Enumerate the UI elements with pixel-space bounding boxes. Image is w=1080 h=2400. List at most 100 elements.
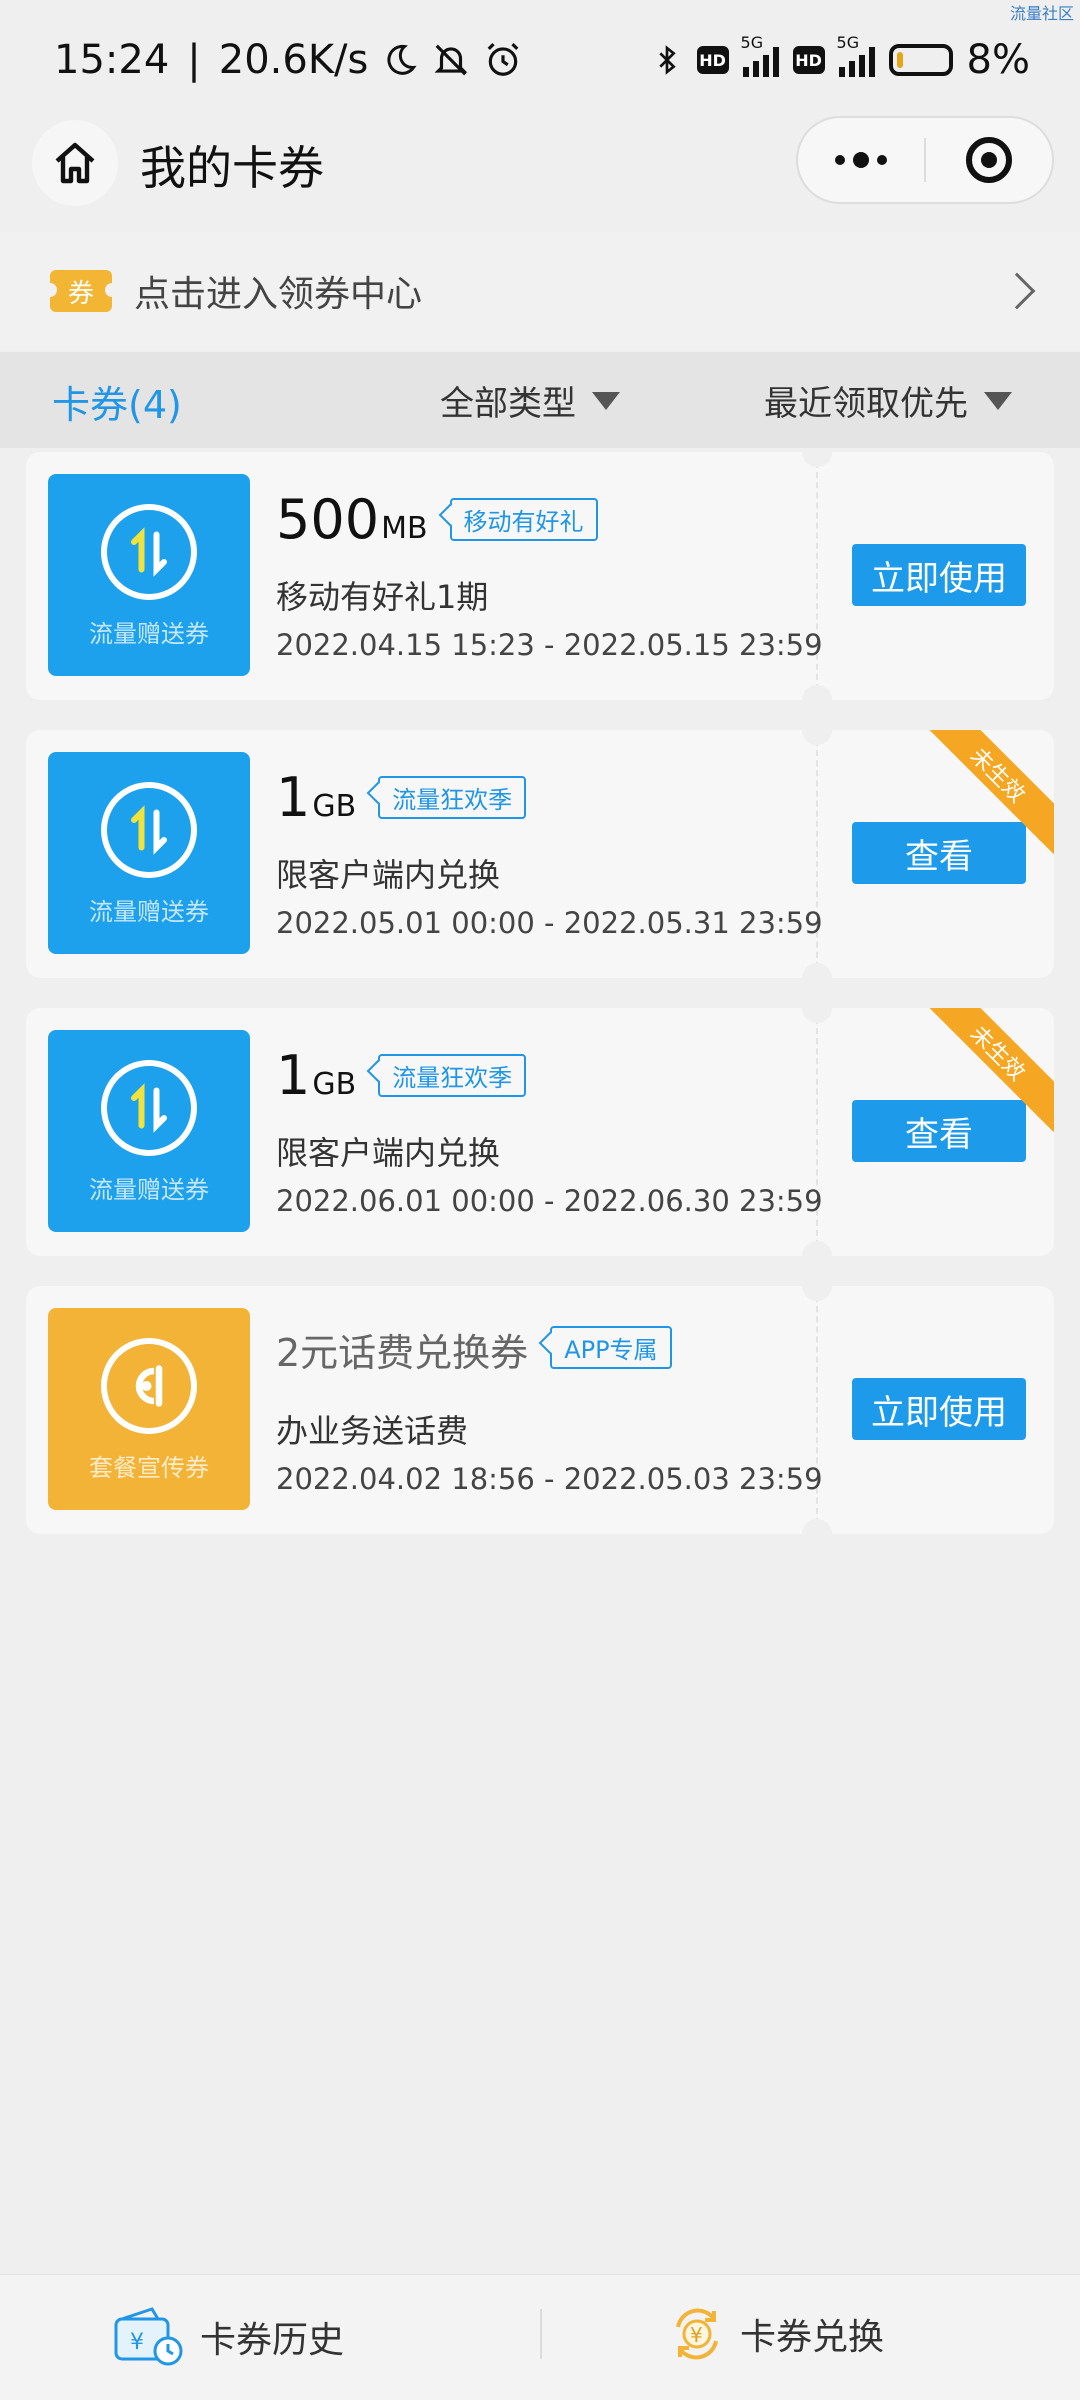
coupon-card[interactable]: 流量赠送券 500 MB 移动有好礼 移动有好礼1期 2022.04.15 15… [26,452,1054,700]
status-left: 15:24 | 20.6K/s [54,37,522,83]
perforation [816,730,818,978]
coupon-thumbnail: 流量赠送券 [48,1030,250,1232]
amount-value: 1 [276,1044,311,1107]
network-type-label: 5G [836,33,860,52]
card-notch [802,963,832,978]
coupon-tag: 移动有好礼 [449,498,598,541]
coupon-title-text: 2元话费兑换券 [276,1331,529,1375]
coupon-exchange-button[interactable]: ¥ 卡券兑换 [668,2305,884,2363]
coupon-amount: 1 GB 流量狂欢季 [276,1044,527,1107]
card-notch [802,1241,832,1256]
wallet-clock-icon: ¥ [114,2307,183,2366]
coupon-validity: 2022.04.15 15:23 - 2022.05.15 23:59 [276,628,823,662]
moon-icon [387,44,417,75]
coupon-description: 办业务送话费 [276,1412,469,1450]
type-filter-dropdown[interactable]: 全部类型 [440,376,620,425]
dropdown-arrow-icon [592,391,620,410]
amount-value: 500 [276,488,380,551]
perforation [816,452,818,700]
data-transfer-icon [101,1060,197,1156]
card-notch [802,452,832,467]
coupon-card[interactable]: 套餐宣传券 2元话费兑换券 APP专属 办业务送话费 2022.04.02 18… [26,1286,1054,1534]
coupon-exchange-label: 卡券兑换 [740,2317,885,2358]
coupon-title: 2元话费兑换券 APP专属 [276,1322,672,1377]
signal-icon: 5G [837,33,875,77]
card-notch [802,1008,832,1023]
type-filter-label: 全部类型 [440,384,576,424]
dropdown-arrow-icon [984,391,1012,410]
coupon-description: 限客户端内兑换 [276,856,501,894]
use-now-button[interactable]: 立即使用 [852,1378,1026,1440]
sort-filter-dropdown[interactable]: 最近领取优先 [764,376,1012,425]
close-button[interactable] [926,118,1052,202]
perforation [816,1286,818,1534]
coupon-card[interactable]: 流量赠送券 1 GB 流量狂欢季 限客户端内兑换 2022.06.01 00:0… [26,1008,1054,1256]
status-bar: 15:24 | 20.6K/s HD 5G HD 5G 8% 流量社区 [0,0,1080,120]
more-icon [835,152,887,168]
sort-filter-label: 最近领取优先 [764,384,968,424]
amount-unit: MB [381,511,428,546]
exchange-yuan-icon: ¥ [676,2308,718,2360]
coupon-validity: 2022.05.01 00:00 - 2022.05.31 23:59 [276,906,823,940]
card-notch [802,685,832,700]
coupon-tag: APP专属 [550,1326,672,1369]
coupon-validity: 2022.04.02 18:56 - 2022.05.03 23:59 [276,1462,823,1496]
home-button[interactable] [32,120,118,206]
battery-level: 8% [966,37,1030,83]
coupon-thumbnail: 套餐宣传券 [48,1308,250,1510]
coupon-description: 移动有好礼1期 [276,578,489,616]
amount-value: 1 [276,766,311,829]
alarm-icon [488,43,519,76]
hd-badge: HD [696,46,729,74]
data-transfer-icon [101,782,197,878]
coupon-validity: 2022.06.01 00:00 - 2022.06.30 23:59 [276,1184,823,1218]
coupon-card[interactable]: 流量赠送券 1 GB 流量狂欢季 限客户端内兑换 2022.05.01 00:0… [26,730,1054,978]
hd-badge: HD [792,46,825,74]
battery-icon [888,44,953,76]
watermark: 流量社区 [1009,4,1074,23]
thumbnail-label: 流量赠送券 [89,620,209,648]
coupon-history-button[interactable]: ¥ 卡券历史 [112,2305,344,2369]
mini-program-capsule [796,116,1054,204]
mute-bell-icon [434,44,468,76]
thumbnail-label: 流量赠送券 [89,1176,209,1204]
close-target-icon [966,137,1012,183]
bottom-nav: ¥ 卡券历史 ¥ 卡券兑换 [0,2274,1080,2400]
coupon-count-label: 卡券(4) [52,383,182,427]
signal-icon: 5G [741,33,779,77]
view-button[interactable]: 查看 [852,1100,1026,1162]
coupon-history-label: 卡券历史 [200,2320,345,2361]
coupon-tag: 流量狂欢季 [378,1054,527,1097]
ticket-icon: 券 [43,270,119,312]
svg-text:¥: ¥ [130,2330,144,2355]
use-now-button[interactable]: 立即使用 [852,544,1026,606]
bluetooth-icon [658,45,676,75]
coupon-thumbnail: 流量赠送券 [48,474,250,676]
thumbnail-label: 流量赠送券 [89,898,209,926]
coupon-amount: 1 GB 流量狂欢季 [276,766,527,829]
status-right: HD 5G HD 5G 8% [651,33,1030,83]
card-notch [802,1519,832,1534]
more-button[interactable] [798,118,924,202]
page-title: 我的卡券 [140,141,324,195]
home-icon [55,142,95,184]
thumbnail-label: 套餐宣传券 [89,1454,209,1482]
view-button[interactable]: 查看 [852,822,1026,884]
card-notch [802,730,832,745]
nav-divider [540,2309,542,2359]
network-speed: 20.6K/s [218,37,369,83]
chevron-right-icon [998,272,1036,310]
coupon-description: 限客户端内兑换 [276,1134,501,1172]
perforation [816,1008,818,1256]
phone-credit-icon [101,1338,197,1434]
amount-unit: GB [312,789,357,824]
network-type-label: 5G [740,33,764,52]
coupon-center-banner[interactable]: 券 点击进入领券中心 [0,232,1080,350]
card-notch [802,1286,832,1301]
clock: 15:24 [54,37,170,83]
data-transfer-icon [101,504,197,600]
filter-bar: 卡券(4) 全部类型 最近领取优先 [0,352,1080,448]
amount-unit: GB [312,1067,357,1102]
coupon-thumbnail: 流量赠送券 [48,752,250,954]
banner-text: 点击进入领券中心 [134,274,423,315]
